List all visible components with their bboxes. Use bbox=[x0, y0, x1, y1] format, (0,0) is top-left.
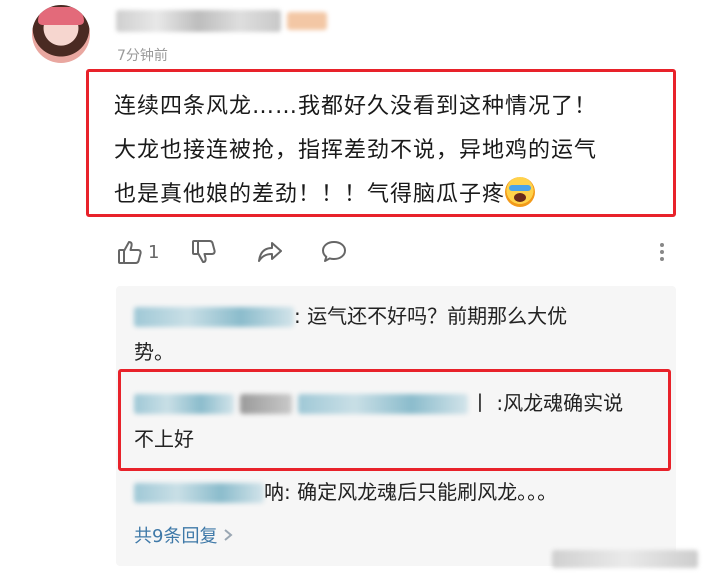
crying-face-emoji-icon bbox=[505, 177, 536, 207]
reply-2-username-blurred[interactable] bbox=[134, 394, 234, 414]
reply-3-line-1: 呐: 确定风龙魂后只能刷风龙。。。 bbox=[264, 480, 558, 504]
comment-action-bar: 1 bbox=[0, 237, 717, 269]
avatar[interactable] bbox=[32, 5, 90, 63]
comment-line-2: 大龙也接连被抢，指挥差劲不说，异地鸡的运气 bbox=[114, 138, 598, 163]
reply-1-line-2: 势。 bbox=[134, 340, 174, 364]
vertical-dots-icon[interactable] bbox=[656, 240, 668, 266]
speech-bubble-icon bbox=[322, 241, 346, 262]
comment-line-1: 连续四条风龙……我都好久没看到这种情况了！ bbox=[114, 94, 598, 119]
username-blurred[interactable] bbox=[116, 10, 281, 32]
comment-time: 7分钟前 bbox=[117, 48, 168, 64]
reply-2-mention-blurred[interactable] bbox=[298, 394, 468, 414]
like-count: 1 bbox=[148, 241, 160, 263]
reply-2-blurred-text bbox=[240, 394, 292, 414]
reply-2-line-1: 丨 :风龙魂确实说 bbox=[470, 391, 624, 415]
like-button[interactable]: 1 bbox=[116, 237, 159, 267]
more-replies-label: 共9条回复 bbox=[134, 526, 218, 547]
more-replies-link[interactable]: 共9条回复 bbox=[134, 522, 234, 548]
user-badge-blurred bbox=[287, 12, 327, 30]
chevron-right-icon bbox=[224, 529, 234, 541]
reply-1-username-blurred[interactable] bbox=[134, 307, 294, 327]
share-arrow-icon bbox=[258, 242, 282, 262]
thumbs-up-icon bbox=[118, 241, 142, 264]
thumbs-down-icon bbox=[192, 240, 216, 263]
share-button[interactable] bbox=[256, 237, 284, 267]
comment-body: 连续四条风龙……我都好久没看到这种情况了！ 大龙也接连被抢，指挥差劲不说，异地鸡… bbox=[114, 85, 674, 217]
comment-line-3-text: 也是真他娘的差劲！！！气得脑瓜子疼 bbox=[114, 182, 506, 207]
watermark-blurred bbox=[552, 550, 698, 568]
dislike-button[interactable] bbox=[190, 237, 218, 267]
reply-button[interactable] bbox=[320, 237, 348, 267]
comment-line-3: 也是真他娘的差劲！！！气得脑瓜子疼 bbox=[114, 173, 674, 217]
reply-3-username-blurred[interactable] bbox=[134, 483, 264, 503]
reply-2-line-2: 不上好 bbox=[134, 427, 194, 451]
reply-1-line-1: : 运气还不好吗？前期那么大优 bbox=[294, 304, 568, 328]
